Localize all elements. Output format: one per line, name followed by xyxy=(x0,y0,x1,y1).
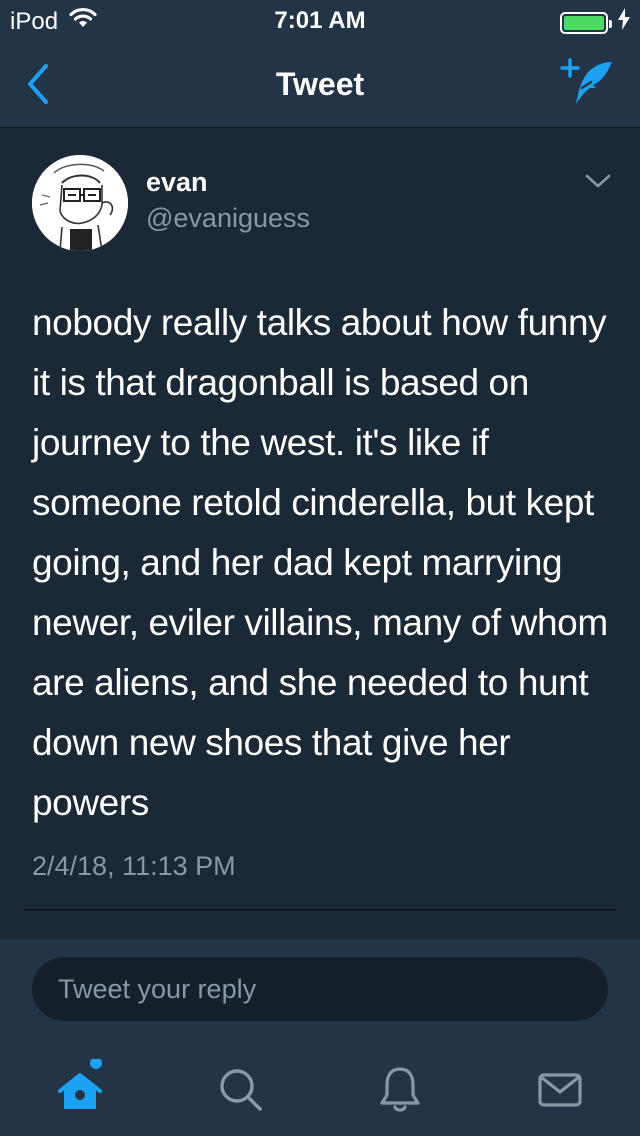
envelope-icon xyxy=(538,1073,582,1107)
search-icon xyxy=(220,1069,262,1111)
tab-messages[interactable] xyxy=(530,1059,590,1119)
author-name[interactable]: evan xyxy=(146,167,208,198)
tweet-timestamp: 2/4/18, 11:13 PM xyxy=(32,851,236,881)
avatar-drawing xyxy=(32,155,128,251)
nav-bar: Tweet xyxy=(0,40,640,128)
page-title: Tweet xyxy=(275,66,365,102)
battery-icon xyxy=(560,11,612,34)
battery-tip xyxy=(609,19,612,28)
tweet-text: nobody really talks about how funny it i… xyxy=(32,302,608,823)
reply-input[interactable]: Tweet your reply xyxy=(32,957,608,1021)
tab-notifications[interactable] xyxy=(370,1059,430,1119)
divider xyxy=(24,909,616,911)
tab-home[interactable] xyxy=(50,1059,110,1119)
compose-button[interactable] xyxy=(560,58,616,108)
reply-placeholder: Tweet your reply xyxy=(58,973,257,1004)
charging-bolt-icon xyxy=(618,8,630,37)
home-icon xyxy=(58,1059,102,1109)
avatar[interactable] xyxy=(32,155,128,251)
status-right xyxy=(560,8,630,37)
status-bar: iPod 7:01 AM xyxy=(0,0,640,40)
tweet-menu-button[interactable] xyxy=(584,171,612,191)
compose-tweet-icon xyxy=(560,58,612,104)
tab-search[interactable] xyxy=(210,1059,270,1119)
tab-bar xyxy=(0,1049,640,1129)
tweet-detail: evan @evaniguess nobody really talks abo… xyxy=(0,129,640,939)
battery-fill xyxy=(564,15,604,30)
bell-icon xyxy=(380,1067,420,1112)
chevron-down-icon xyxy=(585,174,611,188)
status-time: 7:01 AM xyxy=(274,7,366,34)
bottom-bar: Tweet your reply xyxy=(0,939,640,1136)
author-handle[interactable]: @evaniguess xyxy=(146,203,310,234)
